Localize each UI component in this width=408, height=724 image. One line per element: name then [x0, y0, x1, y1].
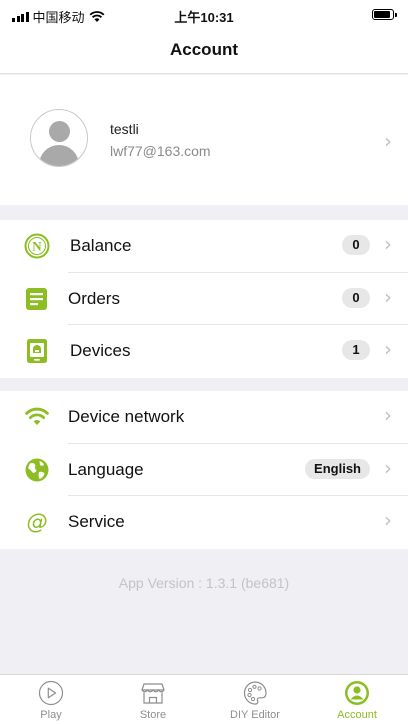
menu-item-balance[interactable]: N Balance 0 ›	[0, 220, 408, 273]
tab-bar: Play Store DIY Editor Account	[0, 674, 408, 724]
wifi-icon	[25, 407, 49, 425]
tab-account[interactable]: Account	[306, 675, 408, 724]
status-bar: 中国移动 上午10:31	[0, 0, 408, 28]
balance-badge: 0	[342, 235, 370, 255]
svg-text:N: N	[32, 239, 42, 254]
menu-group-settings: Device network › Language English › @ Se…	[0, 391, 408, 549]
tab-label: Store	[139, 709, 167, 721]
menu-group-account: N Balance 0 › Orders 0 › Devices 1 ›	[0, 220, 408, 378]
menu-item-label: Devices	[70, 341, 131, 360]
menu-item-devices[interactable]: Devices 1 ›	[0, 325, 408, 378]
tab-diy-editor[interactable]: DIY Editor	[204, 675, 306, 724]
status-time: 上午10:31	[174, 10, 234, 25]
chevron-right-icon: ›	[384, 403, 392, 427]
menu-item-language[interactable]: Language English ›	[0, 444, 408, 496]
language-badge: English	[305, 458, 370, 479]
at-icon: @	[27, 510, 48, 534]
store-icon	[141, 683, 165, 704]
globe-icon	[25, 458, 49, 481]
balance-n-icon: N	[24, 233, 50, 259]
chevron-right-icon: ›	[384, 508, 392, 532]
email: lwf77@163.com	[110, 143, 211, 159]
svg-text:@: @	[27, 510, 48, 534]
menu-item-device-network[interactable]: Device network ›	[0, 391, 408, 444]
chevron-right-icon: ›	[384, 284, 392, 309]
chevron-right-icon: ›	[384, 337, 392, 361]
menu-item-label: Language	[68, 459, 144, 479]
orders-badge: 0	[342, 287, 370, 308]
nav-bar: Account	[0, 28, 408, 74]
menu-item-service[interactable]: @ Service ›	[0, 496, 408, 549]
app-version: App Version : 1.3.1 (be681)	[118, 575, 290, 591]
menu-item-label: Orders	[68, 288, 120, 308]
chevron-right-icon: ›	[384, 232, 392, 256]
tab-label: Account	[337, 709, 377, 721]
orders-icon	[26, 287, 47, 310]
battery-icon	[372, 9, 397, 20]
play-icon	[38, 680, 64, 706]
tab-label: Play	[40, 709, 62, 721]
tab-play[interactable]: Play	[0, 675, 102, 724]
account-icon	[345, 681, 369, 705]
devices-badge: 1	[342, 340, 370, 360]
username: testli	[110, 121, 139, 137]
devices-icon	[27, 339, 47, 363]
profile-card[interactable]: testli lwf77@163.com ›	[0, 75, 408, 205]
avatar[interactable]	[30, 109, 88, 167]
tab-store[interactable]: Store	[102, 675, 204, 724]
menu-item-label: Balance	[70, 236, 132, 255]
palette-icon	[243, 681, 267, 705]
tab-label: DIY Editor	[230, 709, 280, 721]
menu-item-orders[interactable]: Orders 0 ›	[0, 273, 408, 325]
menu-item-label: Service	[68, 512, 125, 531]
chevron-right-icon: ›	[384, 129, 392, 153]
page-title: Account	[170, 40, 238, 59]
menu-item-label: Device network	[68, 407, 185, 426]
chevron-right-icon: ›	[384, 455, 392, 480]
